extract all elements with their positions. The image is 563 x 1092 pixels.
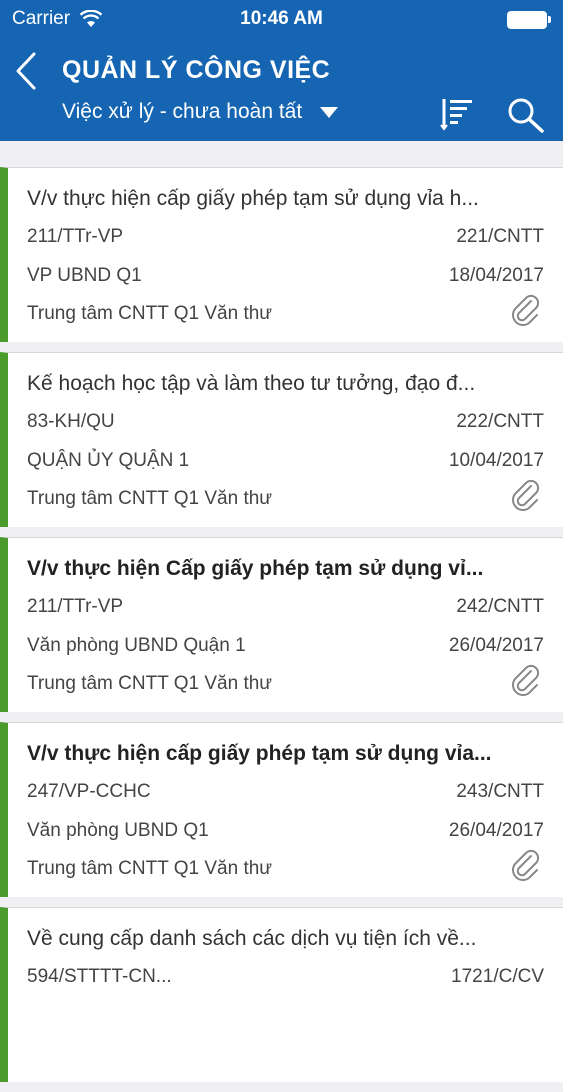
task-list: V/v thực hiện cấp giấy phép tạm sử dụng …: [0, 167, 563, 1092]
task-item[interactable]: V/v thực hiện cấp giấy phép tạm sử dụng …: [0, 722, 563, 897]
sort-icon[interactable]: [440, 96, 474, 132]
status-bar: Carrier 10:46 AM: [0, 0, 563, 38]
doc-number: 211/TTr-VP: [27, 226, 124, 247]
doc-code: 221/CNTT: [456, 226, 544, 247]
task-item[interactable]: Kế hoạch học tập và làm theo tư tưởng, đ…: [0, 352, 563, 527]
nav-header: Carrier 10:46 AM QUẢN LÝ CÔNG VIỆC Việc …: [0, 0, 563, 141]
task-item[interactable]: V/v thực hiện Cấp giấy phép tạm sử dụng …: [0, 537, 563, 712]
caret-down-icon: [320, 106, 339, 118]
doc-date: 10/04/2017: [448, 450, 544, 471]
task-item[interactable]: V/v thực hiện cấp giấy phép tạm sử dụng …: [0, 167, 563, 342]
doc-code: 243/CNTT: [456, 781, 544, 802]
sender: Văn phòng UBND Q1: [27, 820, 209, 841]
sender: VP UBND Q1: [27, 265, 142, 286]
doc-number: 83-KH/QU: [27, 411, 115, 432]
task-subject: V/v thực hiện Cấp giấy phép tạm sử dụng …: [27, 557, 484, 580]
doc-number: 594/STTTT-CN...: [27, 966, 172, 987]
filter-label: Việc xử lý - chưa hoàn tất: [62, 100, 303, 123]
sender: Văn phòng UBND Quận 1: [27, 635, 246, 656]
sender: QUẬN ỦY QUẬN 1: [27, 450, 190, 471]
doc-date: 26/04/2017: [448, 820, 544, 841]
doc-code: 242/CNTT: [456, 596, 544, 617]
task-item[interactable]: Về cung cấp danh sách các dịch vụ tiện í…: [0, 907, 563, 1082]
recipient: Trung tâm CNTT Q1 Văn thư: [27, 673, 273, 694]
recipient: Trung tâm CNTT Q1 Văn thư: [27, 303, 273, 324]
page-title: QUẢN LÝ CÔNG VIỆC: [62, 56, 331, 84]
doc-number: 211/TTr-VP: [27, 596, 124, 617]
back-chevron-icon[interactable]: [12, 50, 42, 92]
task-subject: Về cung cấp danh sách các dịch vụ tiện í…: [27, 927, 477, 950]
doc-code: 222/CNTT: [456, 411, 544, 432]
recipient: Trung tâm CNTT Q1 Văn thư: [27, 488, 273, 509]
attachment-icon: [512, 849, 540, 881]
attachment-icon: [512, 294, 540, 326]
doc-date: 18/04/2017: [448, 265, 544, 286]
task-subject: Kế hoạch học tập và làm theo tư tưởng, đ…: [27, 372, 476, 395]
filter-dropdown[interactable]: Việc xử lý - chưa hoàn tất: [62, 100, 339, 124]
doc-number: 247/VP-CCHC: [27, 781, 151, 802]
doc-code: 1721/C/CV: [451, 966, 544, 987]
task-subject: V/v thực hiện cấp giấy phép tạm sử dụng …: [27, 742, 492, 765]
task-subject: V/v thực hiện cấp giấy phép tạm sử dụng …: [27, 187, 479, 210]
battery-icon: [507, 11, 551, 29]
recipient: Trung tâm CNTT Q1 Văn thư: [27, 858, 273, 879]
search-icon[interactable]: [506, 96, 546, 134]
attachment-icon: [512, 479, 540, 511]
attachment-icon: [512, 664, 540, 696]
status-time: 10:46 AM: [240, 8, 323, 29]
doc-date: 26/04/2017: [448, 635, 544, 656]
